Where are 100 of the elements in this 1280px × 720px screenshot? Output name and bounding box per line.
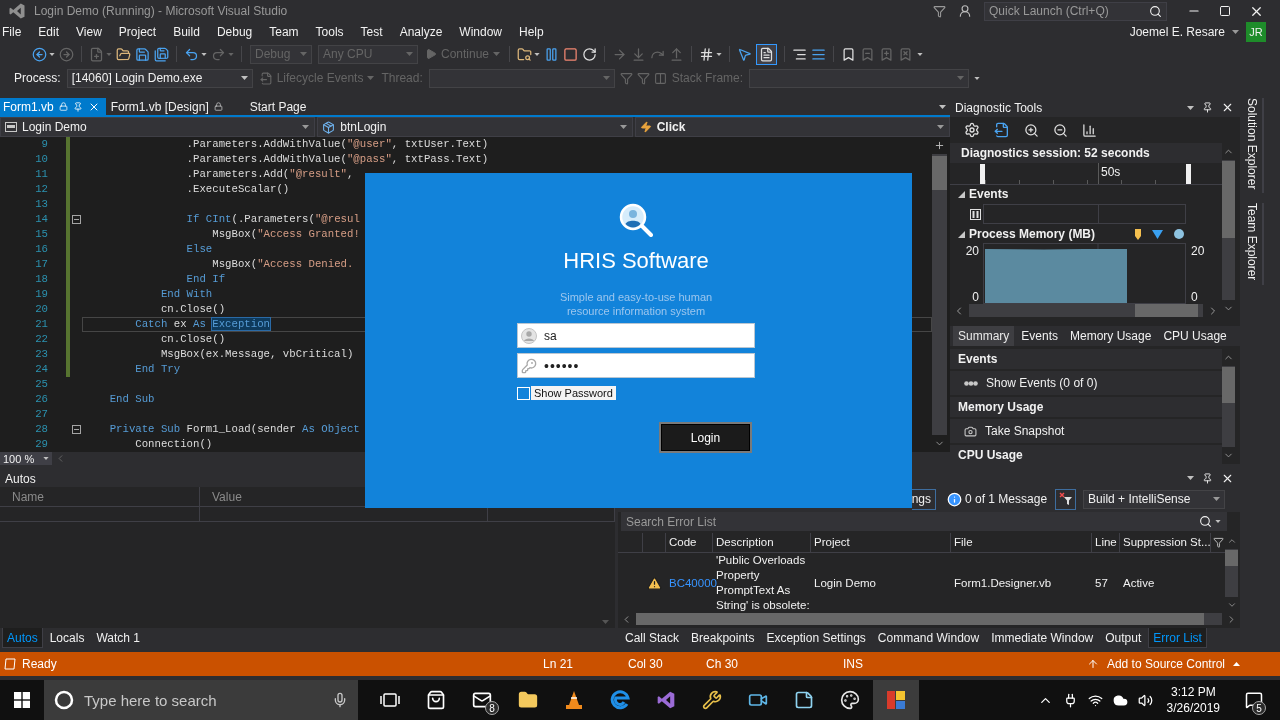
tab[interactable]: Output xyxy=(1100,628,1147,648)
range-handle[interactable] xyxy=(1186,163,1191,184)
floppy-disks-icon[interactable] xyxy=(154,46,169,62)
document-tab[interactable]: Form1.vb [Design] xyxy=(105,98,245,115)
bookmark-icon[interactable] xyxy=(841,46,857,62)
circular-arrow-icon[interactable] xyxy=(582,46,598,62)
column-header[interactable]: Line xyxy=(1095,535,1117,550)
navigation-dropdown[interactable]: Login Demo xyxy=(0,117,316,137)
scroll-thumb[interactable] xyxy=(1222,160,1235,238)
vertical-scrollbar[interactable] xyxy=(932,154,947,435)
disclosure-triangle-icon[interactable] xyxy=(958,230,965,238)
user-name[interactable]: Joemel E. Resare xyxy=(1129,25,1225,39)
task-view-icon[interactable] xyxy=(380,692,400,708)
hash-icon[interactable] xyxy=(699,46,715,62)
stop-icon[interactable] xyxy=(563,46,579,62)
caret-icon[interactable] xyxy=(1187,105,1194,110)
tab[interactable]: Error List xyxy=(1148,628,1207,648)
tab[interactable]: Call Stack xyxy=(620,628,685,648)
open-folder-icon[interactable] xyxy=(116,46,131,62)
wrench-icon[interactable] xyxy=(702,690,722,710)
menu-item[interactable]: File xyxy=(2,25,22,39)
tab[interactable]: Summary xyxy=(953,326,1015,346)
taskbar-button[interactable] xyxy=(873,680,919,720)
menu-item[interactable]: Edit xyxy=(38,25,60,39)
search-icon[interactable] xyxy=(1199,515,1212,528)
palette-icon[interactable] xyxy=(840,690,860,710)
settings-icon[interactable] xyxy=(964,122,980,138)
caret-icon[interactable] xyxy=(1232,30,1239,34)
scroll-thumb[interactable] xyxy=(1225,549,1238,567)
pause-icon[interactable] xyxy=(969,208,981,220)
vertical-scrollbar[interactable] xyxy=(1222,366,1235,447)
vertical-scrollbar[interactable] xyxy=(1225,549,1238,597)
document-tab[interactable]: Start Page xyxy=(244,98,329,115)
zoom-out-icon[interactable] xyxy=(1053,122,1068,138)
pin-icon[interactable] xyxy=(1202,472,1213,484)
username-field[interactable]: sa xyxy=(517,323,755,348)
range-handle[interactable] xyxy=(980,163,985,184)
tab[interactable]: Command Window xyxy=(872,628,985,648)
process-dropdown[interactable]: [14060] Login Demo.exe xyxy=(66,68,253,88)
side-tab[interactable]: Solution Explorer xyxy=(1244,98,1264,194)
caret-icon[interactable] xyxy=(1187,476,1194,480)
zoom-in-icon[interactable] xyxy=(1024,122,1039,138)
password-field[interactable]: •••••• xyxy=(517,353,755,378)
clock-date[interactable]: 3/26/2019 xyxy=(1166,701,1220,715)
shopping-bag-icon[interactable] xyxy=(426,690,446,710)
side-tab[interactable]: Team Explorer xyxy=(1244,203,1264,285)
show-password-checkbox[interactable] xyxy=(517,386,530,400)
tab[interactable]: Locals xyxy=(44,628,90,648)
caret-icon[interactable] xyxy=(534,52,541,56)
column-header[interactable]: File xyxy=(954,535,973,550)
tab[interactable]: CPU Usage xyxy=(1158,326,1232,346)
user-avatar[interactable]: JR xyxy=(1246,22,1266,42)
scroll-thumb[interactable] xyxy=(1222,366,1235,404)
scroll-up-icon[interactable] xyxy=(1226,536,1237,546)
folder-icon[interactable] xyxy=(518,690,538,710)
scope-dropdown[interactable]: Build + IntelliSense xyxy=(1083,489,1226,509)
disclosure-triangle-icon[interactable] xyxy=(958,190,965,198)
tab[interactable]: Memory Usage xyxy=(1065,326,1157,346)
caret-icon[interactable] xyxy=(1215,520,1221,523)
menu-item[interactable]: Help xyxy=(519,25,544,39)
horizontal-scrollbar[interactable] xyxy=(969,304,1203,317)
tab[interactable]: Immediate Window xyxy=(986,628,1099,648)
quick-launch-field[interactable]: Quick Launch (Ctrl+Q) xyxy=(984,1,1167,21)
person-icon[interactable] xyxy=(958,4,972,18)
cloud-icon[interactable] xyxy=(1112,692,1128,708)
tab[interactable]: Exception Settings xyxy=(761,628,871,648)
undo-icon[interactable] xyxy=(184,46,199,62)
filter-icon[interactable] xyxy=(933,4,946,18)
column-header[interactable]: Description xyxy=(716,535,774,550)
action-link[interactable]: Show Events (0 of 0) xyxy=(950,371,1222,395)
caret-icon[interactable] xyxy=(201,52,207,56)
action-link[interactable]: Take Snapshot xyxy=(950,419,1222,443)
taskbar-search-field[interactable]: Type here to search xyxy=(44,680,358,720)
source-control-button[interactable]: Add to Source Control xyxy=(1086,657,1240,671)
file-arrow-icon[interactable] xyxy=(994,122,1010,138)
tab[interactable]: Watch 1 xyxy=(91,628,145,648)
vertical-scrollbar[interactable] xyxy=(1222,160,1235,300)
scroll-thumb[interactable] xyxy=(932,155,947,190)
caret-icon[interactable] xyxy=(716,52,723,56)
caret-icon[interactable] xyxy=(917,52,924,56)
column-header[interactable]: Project xyxy=(814,535,850,550)
menu-item[interactable]: Team xyxy=(269,25,299,39)
menu-item[interactable]: Analyze xyxy=(399,25,443,39)
close-icon[interactable] xyxy=(1221,101,1234,114)
maximize-icon[interactable] xyxy=(1219,5,1231,17)
show-password-label[interactable]: Show Password xyxy=(531,386,616,400)
note-icon[interactable] xyxy=(794,690,814,710)
tab[interactable]: Events xyxy=(1016,326,1064,346)
menu-item[interactable]: Tools xyxy=(315,25,344,39)
zoom-dropdown[interactable]: 100 % xyxy=(0,452,52,465)
search-field[interactable]: Search Error List xyxy=(621,512,1227,531)
menu-item[interactable]: Debug xyxy=(216,25,253,39)
caret-icon[interactable] xyxy=(49,52,55,56)
navigation-dropdown[interactable]: Click xyxy=(634,117,950,137)
filter-icon[interactable] xyxy=(1212,537,1224,548)
tab[interactable]: Breakpoints xyxy=(686,628,760,648)
filter-button[interactable] xyxy=(1055,488,1077,510)
menu-item[interactable]: Build xyxy=(173,25,200,39)
four-squares-icon[interactable] xyxy=(14,692,30,708)
lines-icon[interactable] xyxy=(792,46,808,62)
